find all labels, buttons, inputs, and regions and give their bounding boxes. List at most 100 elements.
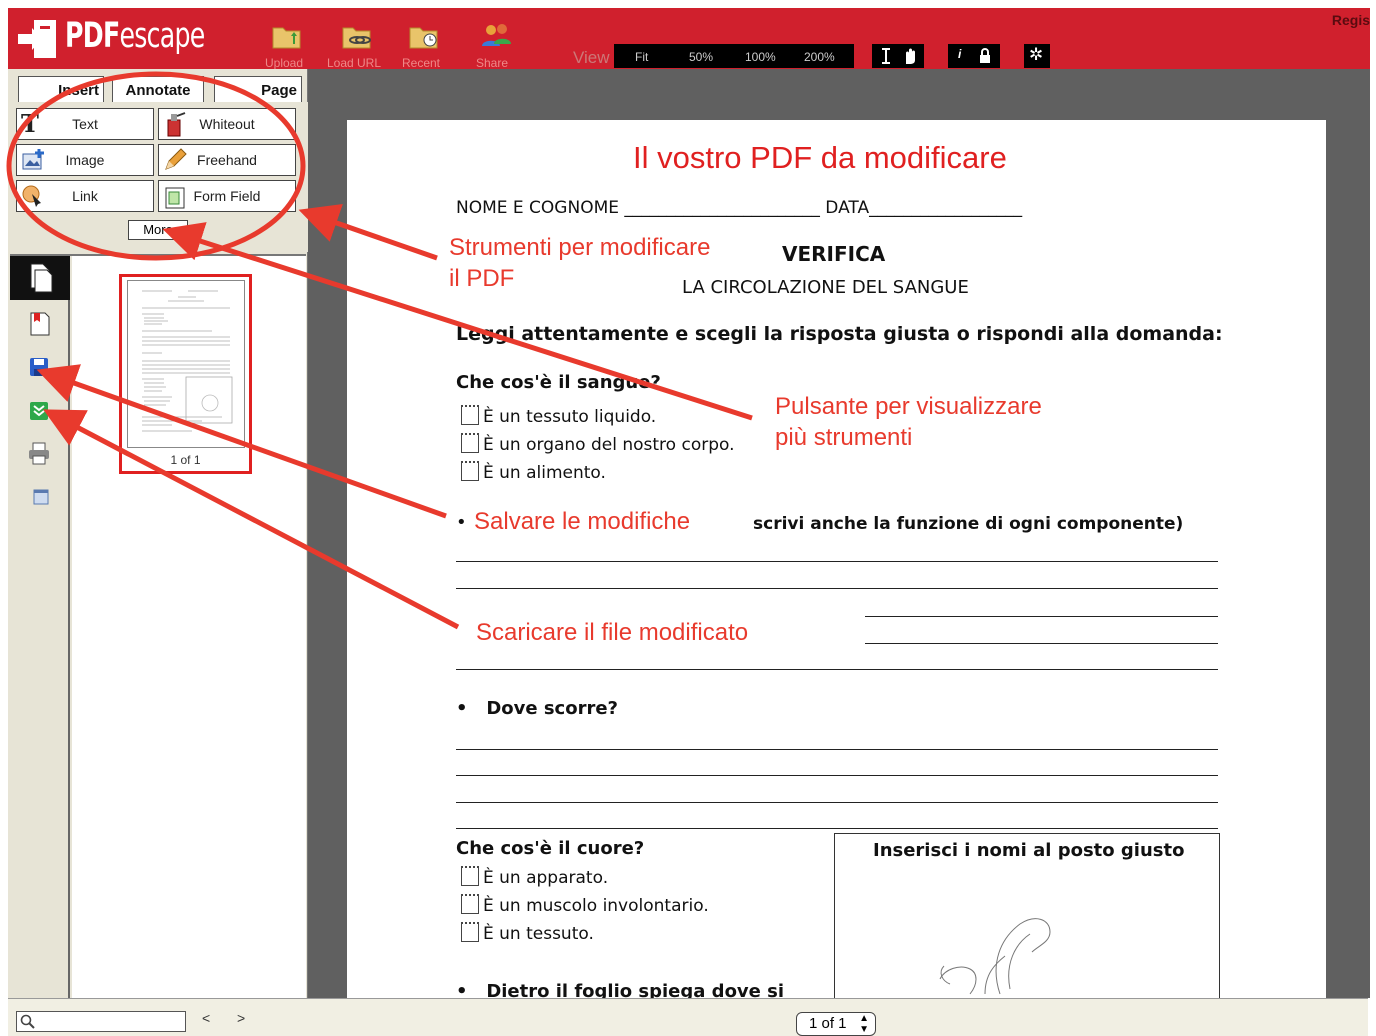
pages-panel-button[interactable]: [10, 256, 70, 300]
checkbox[interactable]: [461, 405, 479, 425]
annotation-more-line2: più strumenti: [775, 424, 913, 451]
zoom-50-option[interactable]: 50%: [689, 50, 713, 64]
checkbox[interactable]: [461, 922, 479, 942]
heart-diagram-box: Inserisci i nomi al posto giusto: [834, 833, 1220, 998]
recent-button[interactable]: Recent: [390, 18, 452, 70]
pencil-icon: [165, 148, 187, 170]
form-field-icon: [165, 187, 185, 209]
zoom-fit-option[interactable]: Fit: [635, 50, 648, 64]
zoom-bar: Fit 50% 100% 200%: [614, 44, 854, 68]
annotation-tools-line1: Strumenti per modificare: [449, 234, 711, 261]
save-icon[interactable]: [29, 357, 49, 377]
question-back: • Dietro il foglio spiega dove si: [456, 981, 785, 998]
image-tool-button[interactable]: Image: [16, 144, 154, 176]
thumbnail-preview: [142, 290, 233, 432]
annotation-more-line1: Pulsante per visualizzare: [775, 393, 1042, 420]
more-tools-button[interactable]: More: [128, 220, 188, 240]
checkbox[interactable]: [461, 866, 479, 886]
verifica-heading: VERIFICA: [782, 242, 886, 266]
checkbox[interactable]: [461, 894, 479, 914]
annotation-save: Salvare le modifiche: [474, 508, 691, 536]
heart-box-title: Inserisci i nomi al posto giusto: [873, 840, 1185, 861]
question-heart-option: È un muscolo involontario.: [461, 894, 709, 916]
question-heart: Che cos'è il cuore?: [456, 838, 645, 859]
zoom-100-option[interactable]: 100%: [745, 50, 776, 64]
question-where: • Dove scorre?: [456, 698, 618, 719]
load-url-button[interactable]: Load URL: [323, 18, 385, 70]
question-blood-option: È un tessuto liquido.: [461, 405, 656, 427]
answer-line: [865, 643, 1218, 644]
print-icon[interactable]: [28, 441, 50, 465]
text-t-icon: T: [21, 109, 39, 138]
answer-line: [456, 802, 1218, 803]
question-blood-option: È un organo del nostro corpo.: [461, 433, 735, 455]
gear-icon[interactable]: ✲: [1029, 45, 1043, 65]
settings-group: ✲: [1024, 44, 1050, 68]
thumbnail-page-label: 1 of 1: [170, 453, 201, 467]
document-title: Il vostro PDF da modificare: [633, 140, 1007, 175]
prev-page-button[interactable]: <: [202, 1010, 210, 1026]
page-properties-icon[interactable]: [33, 489, 49, 505]
question-heart-option: È un tessuto.: [461, 922, 594, 944]
pages-icon: [30, 263, 53, 293]
tab-page[interactable]: Page: [214, 76, 302, 102]
recent-folder-icon: [409, 27, 438, 49]
question-blood: Che cos'è il sangue?: [456, 372, 661, 393]
logo-text: PDFescape: [65, 16, 205, 56]
download-icon[interactable]: [29, 401, 49, 421]
annotation-tools-line2: il PDF: [449, 265, 515, 292]
link-tool-button[interactable]: Link: [16, 180, 154, 212]
instructions-text: Leggi attentamente e scegli la risposta …: [456, 323, 1223, 345]
hand-tool-icon[interactable]: [901, 47, 919, 65]
image-insert-icon: [22, 149, 44, 170]
register-link[interactable]: Regis: [1332, 12, 1370, 28]
share-button[interactable]: Share: [461, 18, 523, 70]
thumbnail-page-image: [127, 280, 245, 448]
bookmarks-icon[interactable]: [29, 311, 51, 337]
whiteout-tool-button[interactable]: Whiteout: [158, 108, 296, 140]
whiteout-bottle-icon: [167, 112, 186, 137]
share-users-icon: [482, 24, 511, 46]
lock-icon[interactable]: [978, 48, 992, 64]
select-arrows-icon: ▲ ▼: [859, 1013, 869, 1035]
answer-line: [456, 749, 1218, 750]
text-tool-button[interactable]: T Text: [16, 108, 154, 140]
freehand-tool-button[interactable]: Freehand: [158, 144, 296, 176]
checkbox[interactable]: [461, 461, 479, 481]
link-globe-icon: [22, 185, 41, 207]
pdfescape-logo-icon: [18, 20, 56, 58]
annotation-download: Scaricare il file modificato: [476, 619, 749, 647]
upload-folder-icon: [272, 27, 301, 49]
answer-line: [456, 561, 1218, 562]
checkbox[interactable]: [461, 433, 479, 453]
view-label: View: [573, 48, 610, 67]
info-icon[interactable]: i: [958, 47, 961, 61]
form-field-tool-button[interactable]: Form Field: [158, 180, 296, 212]
document-subtitle: LA CIRCOLAZIONE DEL SANGUE: [682, 277, 969, 298]
bottom-bar: < > 1 of 1 ▲ ▼: [8, 998, 1368, 1036]
answer-line: [456, 669, 1218, 670]
question-components-tail: scrivi anche la funzione di ogni compone…: [753, 514, 1184, 534]
zoom-200-option[interactable]: 200%: [804, 50, 835, 64]
info-lock-group: i: [948, 44, 1000, 68]
page-select[interactable]: 1 of 1 ▲ ▼: [796, 1012, 876, 1036]
answer-line: [456, 775, 1218, 776]
load-url-folder-icon: [342, 27, 371, 49]
search-input[interactable]: [16, 1011, 186, 1032]
upload-button[interactable]: Upload: [253, 18, 315, 70]
answer-line: [456, 588, 1218, 589]
text-cursor-icon[interactable]: [878, 47, 894, 65]
heart-drawing: [939, 918, 1051, 995]
search-icon: [20, 1014, 35, 1029]
top-toolbar: PDFescape Upload Load URL Recent Share R…: [8, 8, 1370, 70]
bullet: •: [456, 512, 467, 533]
question-heart-option: È un apparato.: [461, 866, 608, 888]
tab-insert[interactable]: Insert: [18, 76, 104, 102]
cursor-tool-group: [872, 44, 924, 68]
tab-annotate[interactable]: Annotate: [112, 76, 204, 102]
name-date-line: NOME E COGNOME _______________________ D…: [456, 198, 1023, 218]
question-blood-option: È un alimento.: [461, 461, 606, 483]
answer-line: [456, 828, 1218, 829]
page-thumbnail[interactable]: 1 of 1: [119, 274, 252, 474]
next-page-button[interactable]: >: [237, 1010, 245, 1026]
